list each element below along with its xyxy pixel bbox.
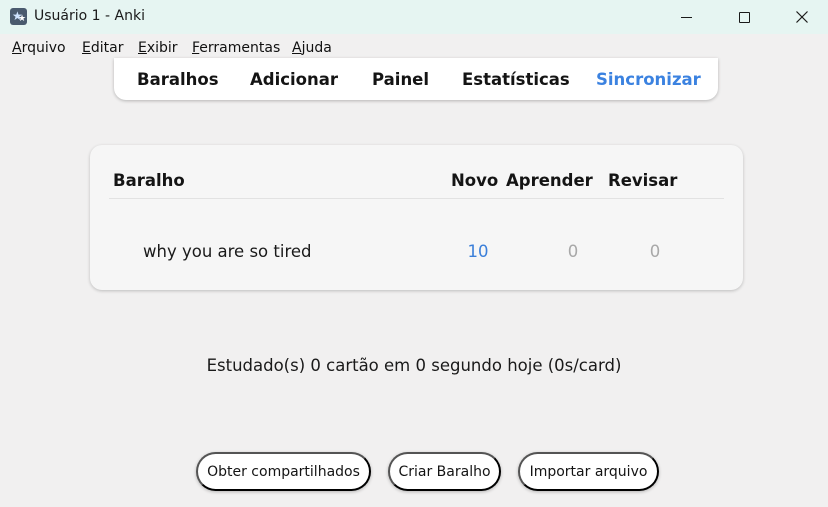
menu-arquivo[interactable]: Arquivo (12, 40, 66, 56)
study-stats-text: Estudado(s) 0 cartão em 0 segundo hoje (… (206, 356, 622, 375)
anki-app-icon: ★ ★ (10, 8, 27, 25)
import-file-button[interactable]: Importar arquivo (518, 452, 659, 491)
window-title: Usuário 1 - Anki (34, 8, 145, 24)
header-review: Revisar (608, 171, 678, 190)
toolbar-browse-link[interactable]: Painel (372, 70, 429, 89)
close-icon (796, 11, 808, 23)
deck-row-learn-count: 0 (567, 242, 579, 261)
minimize-button[interactable] (657, 0, 715, 34)
close-button[interactable] (773, 0, 828, 34)
header-new: Novo (451, 171, 499, 190)
menu-bar: Arquivo Editar Exibir Ferramentas Ajuda (0, 34, 828, 60)
menu-editar[interactable]: Editar (82, 40, 123, 56)
maximize-icon (738, 11, 750, 23)
main-toolbar: Baralhos Adicionar Painel Estatísticas S… (114, 58, 718, 100)
toolbar-add-link[interactable]: Adicionar (250, 70, 338, 89)
title-bar: ★ ★ Usuário 1 - Anki (0, 0, 828, 34)
toolbar-stats-link[interactable]: Estatísticas (462, 70, 570, 89)
get-shared-button[interactable]: Obter compartilhados (196, 452, 371, 491)
maximize-button[interactable] (715, 0, 773, 34)
menu-exibir[interactable]: Exibir (138, 40, 178, 56)
deck-list-card: Baralho Novo Aprender Revisar why you ar… (90, 145, 743, 290)
header-deck: Baralho (113, 171, 185, 190)
toolbar-sync-link[interactable]: Sincronizar (596, 70, 701, 89)
minimize-icon (680, 16, 692, 18)
header-learn: Aprender (506, 171, 593, 190)
deck-row-name[interactable]: why you are so tired (143, 242, 312, 261)
menu-ajuda[interactable]: Ajuda (292, 40, 332, 56)
header-divider (109, 198, 724, 199)
deck-row-new-count: 10 (467, 242, 489, 261)
toolbar-decks-link[interactable]: Baralhos (137, 70, 219, 89)
create-deck-button[interactable]: Criar Baralho (388, 452, 501, 491)
menu-ferramentas[interactable]: Ferramentas (192, 40, 280, 56)
deck-row-review-count: 0 (649, 242, 661, 261)
